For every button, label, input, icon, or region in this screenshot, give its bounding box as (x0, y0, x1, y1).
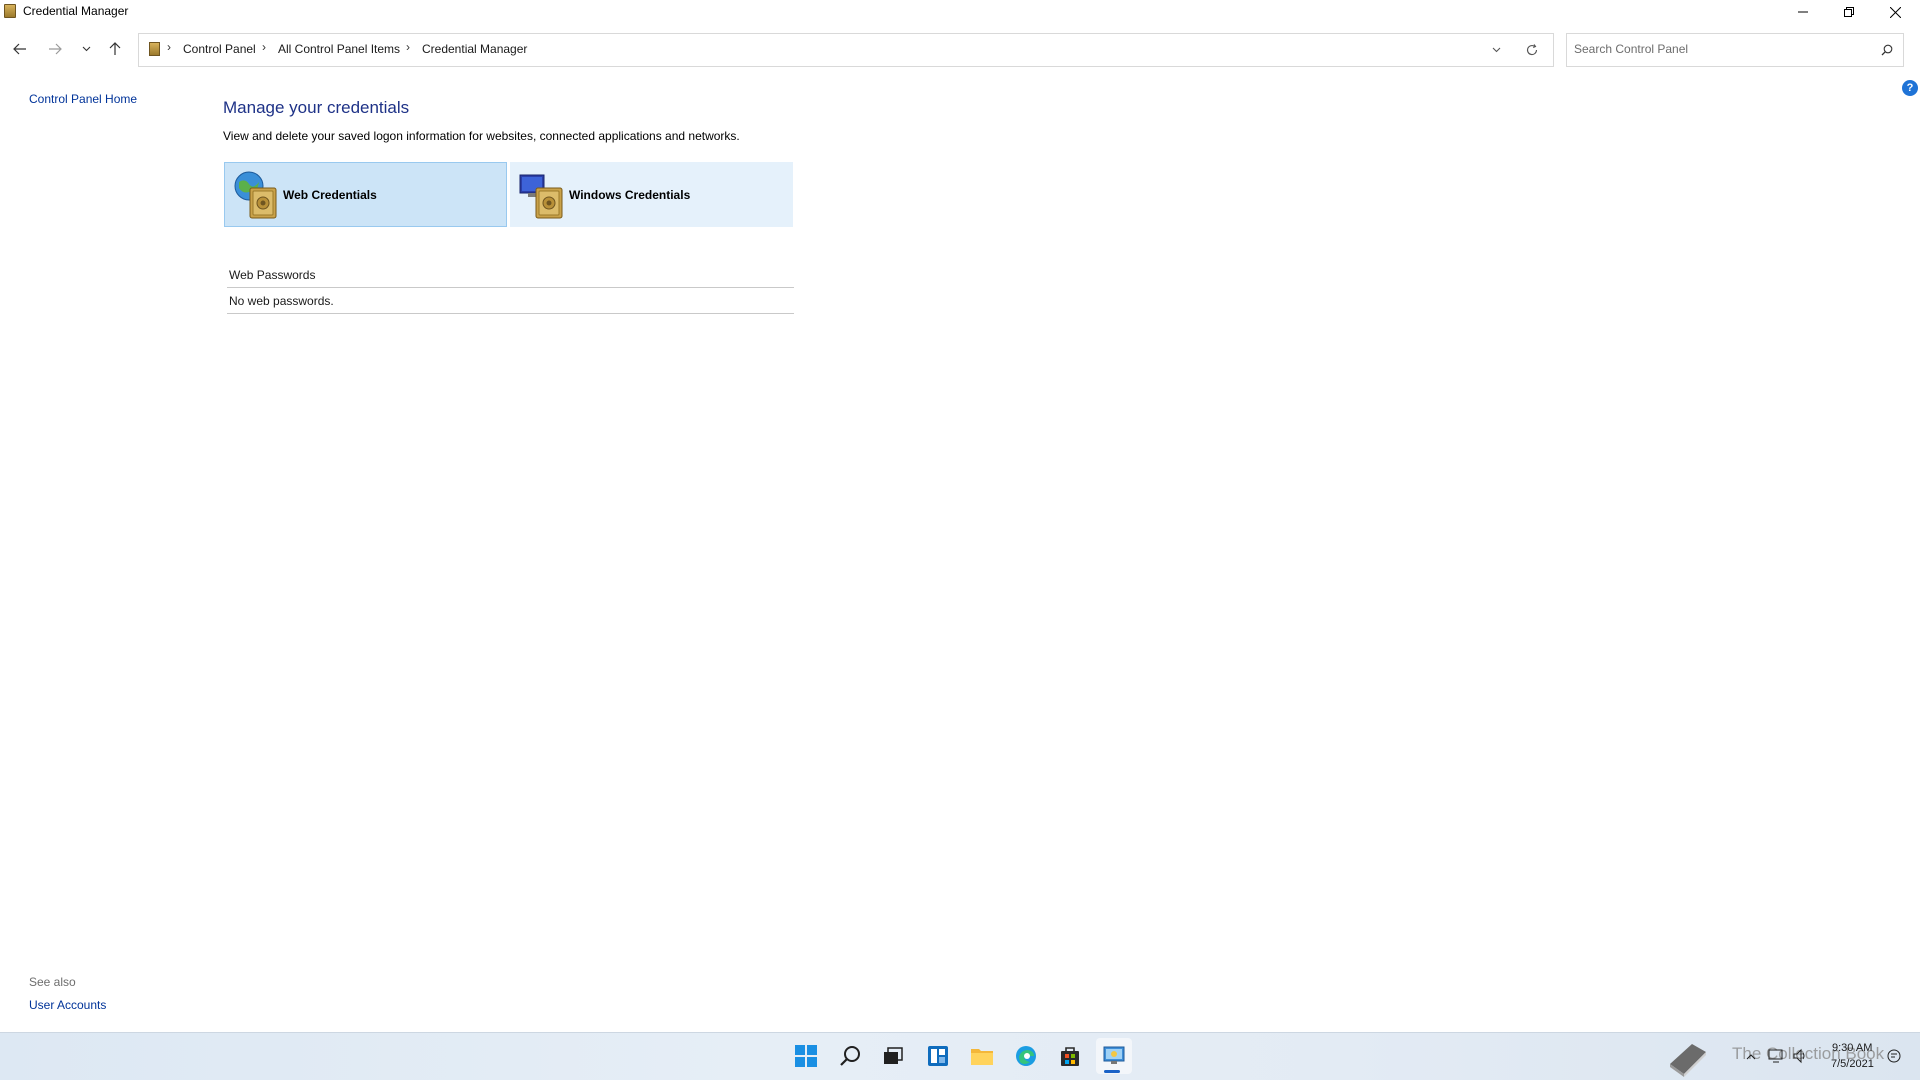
forward-button[interactable] (43, 36, 67, 62)
empty-list-message: No web passwords. (229, 294, 334, 308)
back-arrow-icon (13, 43, 26, 55)
back-button[interactable] (8, 36, 32, 62)
control-panel-home-link[interactable]: Control Panel Home (29, 92, 137, 106)
widgets-icon (928, 1046, 948, 1066)
breadcrumb-separator[interactable]: › (262, 40, 266, 54)
credential-manager-app-icon (4, 4, 16, 18)
refresh-icon (1526, 44, 1538, 56)
active-app-indicator (1104, 1070, 1120, 1073)
breadcrumb-control-panel[interactable]: Control Panel (183, 42, 256, 56)
file-explorer-button[interactable] (964, 1038, 1000, 1074)
control-panel-taskbar-button[interactable] (1096, 1038, 1132, 1074)
breadcrumb-credential-manager[interactable]: Credential Manager (422, 42, 527, 56)
search-input[interactable] (1574, 42, 1874, 56)
forward-arrow-icon (49, 43, 62, 55)
windows-credentials-label: Windows Credentials (569, 187, 691, 202)
file-explorer-icon (971, 1049, 993, 1065)
web-credentials-tile[interactable]: Web Credentials (224, 162, 507, 227)
edge-icon (1016, 1046, 1036, 1066)
recent-locations-button[interactable] (74, 36, 98, 62)
refresh-button[interactable] (1522, 40, 1542, 60)
task-view-icon (884, 1047, 903, 1064)
task-view-button[interactable] (874, 1038, 910, 1074)
search-icon (840, 1046, 860, 1066)
minimize-button[interactable] (1780, 0, 1826, 24)
close-icon (1889, 6, 1901, 18)
speaker-icon (1793, 1048, 1805, 1064)
chevron-down-icon (1492, 47, 1500, 53)
windows-start-icon (795, 1045, 817, 1067)
breadcrumb-all-control-panel-items[interactable]: All Control Panel Items (278, 42, 400, 56)
see-also-heading: See also (29, 975, 76, 989)
section-divider (227, 287, 794, 288)
web-credentials-icon (233, 170, 281, 220)
chevron-up-icon (1746, 1054, 1756, 1060)
title-bar[interactable] (0, 0, 1920, 24)
help-icon[interactable]: ? (1902, 80, 1918, 96)
close-button[interactable] (1872, 0, 1918, 24)
network-tray-button[interactable] (1768, 1048, 1784, 1064)
section-divider (227, 313, 794, 314)
microsoft-store-button[interactable] (1052, 1038, 1088, 1074)
web-credentials-label: Web Credentials (283, 187, 377, 202)
taskbar-search-button[interactable] (832, 1038, 868, 1074)
taskbar (0, 1032, 1920, 1080)
search-button[interactable] (1878, 41, 1896, 59)
network-icon (1768, 1049, 1783, 1063)
watermark-book-logo (1666, 1034, 1710, 1078)
clock-date[interactable]: 7/5/2021 (1831, 1058, 1874, 1070)
show-hidden-icons-button[interactable] (1744, 1050, 1758, 1064)
restore-button[interactable] (1826, 0, 1872, 24)
credential-manager-location-icon (149, 42, 160, 56)
windows-credentials-tile[interactable]: Windows Credentials (510, 162, 793, 227)
minimize-icon (1798, 11, 1808, 13)
window-title: Credential Manager (23, 4, 129, 18)
address-history-dropdown[interactable] (1486, 40, 1506, 60)
search-icon (1881, 44, 1893, 56)
up-arrow-icon (109, 42, 121, 55)
store-icon (1061, 1047, 1079, 1066)
web-passwords-heading: Web Passwords (229, 268, 316, 282)
notifications-button[interactable] (1886, 1048, 1902, 1064)
page-title: Manage your credentials (223, 98, 410, 117)
edge-button[interactable] (1008, 1038, 1044, 1074)
page-description: View and delete your saved logon informa… (223, 129, 740, 143)
clock-time[interactable]: 9:30 AM (1832, 1042, 1872, 1054)
chevron-down-icon (82, 46, 90, 52)
start-button[interactable] (788, 1038, 824, 1074)
breadcrumb-separator[interactable]: › (406, 40, 410, 54)
windows-credentials-icon (519, 170, 567, 220)
breadcrumb-separator: › (167, 40, 171, 54)
up-button[interactable] (103, 36, 127, 62)
notification-icon (1887, 1049, 1901, 1063)
volume-tray-button[interactable] (1792, 1048, 1808, 1064)
control-panel-icon (1103, 1046, 1125, 1064)
book-icon (1670, 1044, 1706, 1077)
restore-icon (1844, 7, 1854, 17)
widgets-button[interactable] (920, 1038, 956, 1074)
user-accounts-link[interactable]: User Accounts (29, 998, 106, 1012)
